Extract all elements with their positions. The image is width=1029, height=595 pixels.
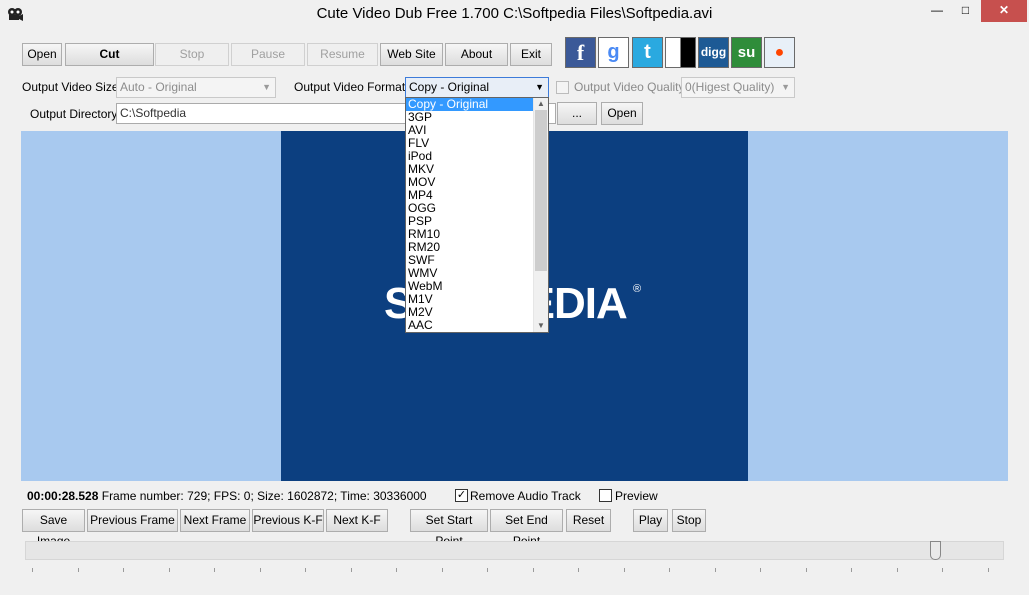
- seek-ticks: [32, 568, 1002, 573]
- previous-keyframe-button[interactable]: Previous K-F: [252, 509, 324, 532]
- output-format-value: Copy - Original: [409, 80, 490, 94]
- seek-tick: [578, 568, 579, 572]
- digg-icon[interactable]: digg: [698, 37, 729, 68]
- current-time: 00:00:28.528: [27, 489, 99, 503]
- remove-audio-label: Remove Audio Track: [470, 489, 581, 503]
- dropdown-scrollbar[interactable]: ▲ ▼: [533, 98, 548, 332]
- status-line: 00:00:28.528 Frame number: 729; FPS: 0; …: [27, 489, 427, 503]
- seek-tick: [805, 568, 807, 572]
- output-quality-checkbox[interactable]: [556, 81, 569, 94]
- seek-bar[interactable]: [25, 541, 1004, 560]
- seek-tick: [896, 568, 898, 572]
- open-button[interactable]: Open: [22, 43, 62, 66]
- minimize-button[interactable]: —: [923, 0, 951, 22]
- open-directory-button[interactable]: Open: [601, 102, 643, 125]
- frame-info: Frame number: 729; FPS: 0; Size: 1602872…: [101, 489, 427, 503]
- seek-tick: [259, 568, 261, 572]
- preview-label: Preview: [615, 489, 658, 503]
- about-button[interactable]: About: [445, 43, 508, 66]
- output-quality-select[interactable]: 0(Higest Quality) ▼: [681, 77, 795, 98]
- format-dropdown-list[interactable]: Copy - Original 3GP AVI FLV iPod MKV MOV MP4 OGG…: [405, 97, 549, 333]
- output-dir-label: Output Directory:: [30, 107, 121, 121]
- seek-tick: [168, 568, 170, 572]
- seek-tick: [77, 568, 79, 572]
- seek-tick: [305, 568, 306, 572]
- seek-tick: [350, 568, 352, 572]
- website-button[interactable]: Web Site: [380, 43, 443, 66]
- seek-tick: [987, 568, 989, 572]
- set-end-point-button[interactable]: Set End Point: [490, 509, 563, 548]
- format-option[interactable]: AAC: [406, 319, 534, 332]
- facebook-icon[interactable]: f: [565, 37, 596, 68]
- play-button[interactable]: Play: [633, 509, 668, 532]
- chevron-down-icon: ▼: [262, 82, 271, 92]
- scroll-up-icon[interactable]: ▲: [534, 98, 548, 109]
- seek-tick: [760, 568, 761, 572]
- output-size-label: Output Video Size:: [22, 80, 122, 94]
- output-quality-value: 0(Higest Quality): [685, 80, 775, 94]
- set-start-point-button[interactable]: Set Start Point: [410, 509, 488, 548]
- chevron-down-icon: ▼: [781, 82, 790, 92]
- seek-tick: [942, 568, 943, 572]
- title-bar: Cute Video Dub Free 1.700 C:\Softpedia F…: [0, 0, 1029, 30]
- preview-checkbox[interactable]: [599, 489, 612, 502]
- close-button[interactable]: ✕: [981, 0, 1027, 22]
- delicious-icon[interactable]: [665, 37, 696, 68]
- scrollbar-thumb[interactable]: [535, 110, 547, 271]
- pause-button[interactable]: Pause: [231, 43, 305, 66]
- seek-tick: [669, 568, 670, 572]
- seek-tick: [32, 568, 33, 572]
- save-image-button[interactable]: Save Image: [22, 509, 85, 548]
- seek-tick: [532, 568, 534, 572]
- stop-button[interactable]: Stop: [672, 509, 706, 532]
- seek-tick: [441, 568, 443, 572]
- output-format-select[interactable]: Copy - Original ▼: [405, 77, 549, 98]
- resume-button[interactable]: Resume: [307, 43, 378, 66]
- scroll-down-icon[interactable]: ▼: [534, 320, 548, 331]
- next-keyframe-button[interactable]: Next K-F: [326, 509, 388, 532]
- seek-tick: [851, 568, 852, 572]
- maximize-button[interactable]: □: [952, 0, 979, 22]
- twitter-icon[interactable]: t: [632, 37, 663, 68]
- reset-button[interactable]: Reset: [566, 509, 611, 532]
- google-icon[interactable]: g: [598, 37, 629, 68]
- registered-mark: ®: [633, 283, 642, 295]
- output-size-value: Auto - Original: [120, 80, 197, 94]
- stumbleupon-icon[interactable]: su: [731, 37, 762, 68]
- output-format-label: Output Video Format:: [294, 80, 409, 94]
- browse-button[interactable]: ...: [557, 102, 597, 125]
- output-size-select[interactable]: Auto - Original ▼: [116, 77, 276, 98]
- seek-tick: [714, 568, 716, 572]
- chevron-down-icon: ▼: [535, 82, 544, 92]
- output-quality-label: Output Video Quality: [574, 80, 685, 94]
- stop-toolbar-button[interactable]: Stop: [155, 43, 229, 66]
- seek-thumb[interactable]: [930, 541, 942, 560]
- seek-tick: [123, 568, 124, 572]
- window-title: Cute Video Dub Free 1.700 C:\Softpedia F…: [316, 5, 713, 22]
- seek-tick: [396, 568, 397, 572]
- reddit-icon[interactable]: ●: [764, 37, 795, 68]
- seek-tick: [214, 568, 215, 572]
- exit-button[interactable]: Exit: [510, 43, 552, 66]
- next-frame-button[interactable]: Next Frame: [180, 509, 250, 532]
- remove-audio-checkbox[interactable]: ✓: [455, 489, 468, 502]
- seek-tick: [623, 568, 625, 572]
- seek-tick: [487, 568, 488, 572]
- cut-button[interactable]: Cut: [65, 43, 154, 66]
- previous-frame-button[interactable]: Previous Frame: [87, 509, 178, 532]
- format-options: Copy - Original 3GP AVI FLV iPod MKV MOV MP4 OGG…: [406, 98, 534, 332]
